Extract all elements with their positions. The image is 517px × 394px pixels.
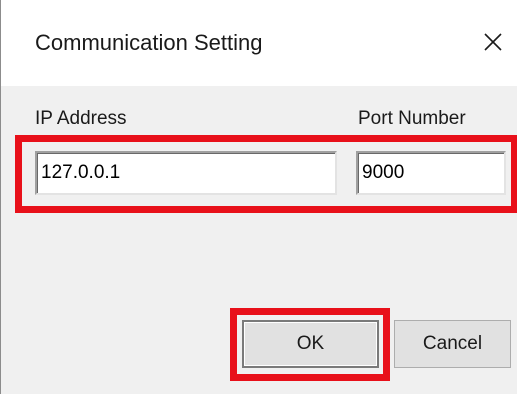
dialog-title: Communication Setting bbox=[35, 30, 263, 55]
title-bar: Communication Setting bbox=[1, 0, 517, 86]
close-icon bbox=[484, 33, 502, 51]
ok-button[interactable]: OK bbox=[242, 320, 379, 368]
ip-address-field[interactable]: 127.0.0.1 bbox=[35, 151, 337, 195]
ip-address-label: IP Address bbox=[35, 108, 127, 129]
port-number-label: Port Number bbox=[358, 108, 466, 129]
communication-setting-dialog: Communication Setting IP Address Port Nu… bbox=[0, 0, 517, 394]
cancel-button-label: Cancel bbox=[422, 333, 483, 354]
close-button[interactable] bbox=[473, 20, 513, 64]
port-number-field[interactable]: 9000 bbox=[356, 151, 506, 195]
ok-button-label: OK bbox=[296, 333, 325, 354]
cancel-button[interactable]: Cancel bbox=[394, 320, 511, 368]
